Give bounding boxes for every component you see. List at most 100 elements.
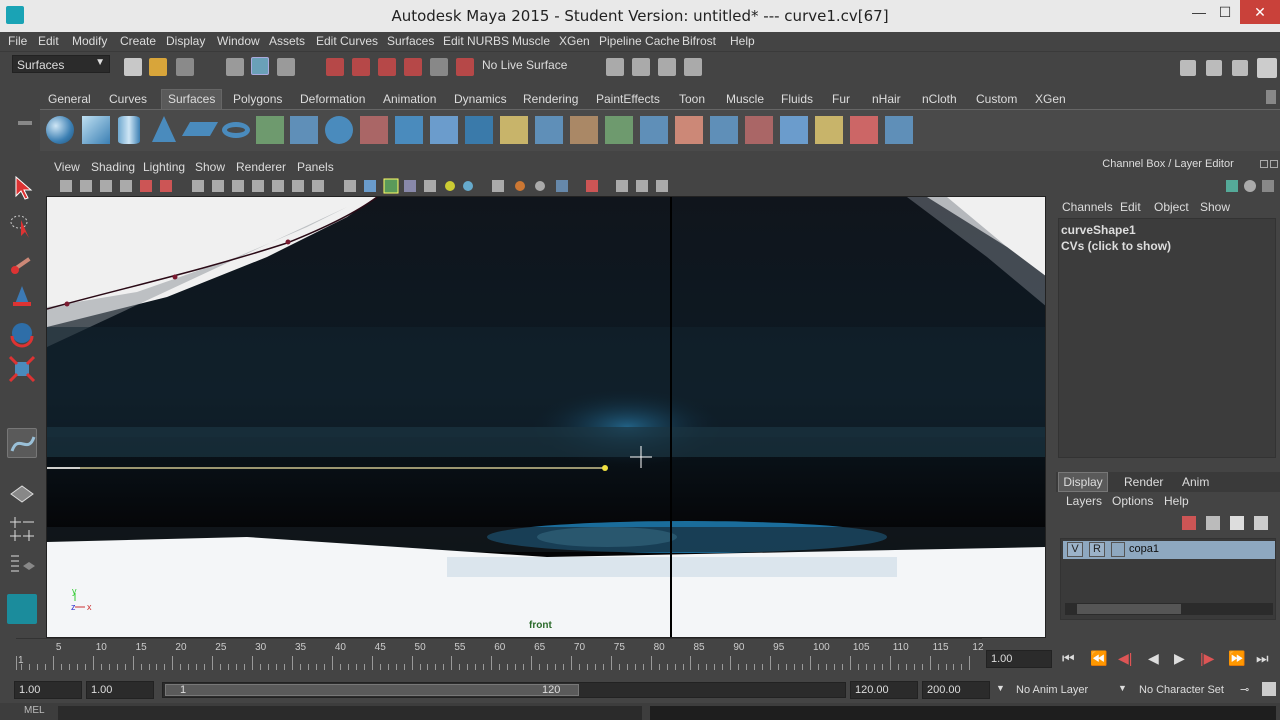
step-forward-frame-icon[interactable]: |▶ xyxy=(1200,650,1214,667)
paint-select-tool-icon[interactable] xyxy=(7,248,37,278)
command-input[interactable] xyxy=(58,706,642,720)
new-layer-empty-icon[interactable] xyxy=(1230,516,1244,530)
end-time-field[interactable]: 200.00 xyxy=(922,681,990,699)
menu-edit[interactable]: Edit xyxy=(38,34,59,48)
live-surface-field[interactable]: No Live Surface xyxy=(478,56,582,76)
render-frame-icon[interactable] xyxy=(632,58,650,76)
menu-display[interactable]: Display xyxy=(166,34,205,48)
menu-pipeline-cache[interactable]: Pipeline Cache xyxy=(599,34,680,48)
tab-custom[interactable]: Custom xyxy=(976,92,1017,106)
float-panel-icon[interactable] xyxy=(1260,160,1268,168)
viewport-menu-renderer[interactable]: Renderer xyxy=(236,160,286,174)
planar-icon[interactable] xyxy=(325,116,353,144)
layer-visibility-toggle[interactable]: V xyxy=(1067,542,1083,557)
channel-menu-channels[interactable]: Channels xyxy=(1062,200,1113,214)
tool-settings-toggle-icon[interactable] xyxy=(1262,180,1274,192)
channel-box-layout-icon[interactable] xyxy=(1226,180,1238,192)
viewport-canvas[interactable]: y z x front xyxy=(47,197,1046,638)
viewport-menu-shading[interactable]: Shading xyxy=(91,160,135,174)
single-perspective-layout-icon[interactable] xyxy=(7,478,37,508)
select-component-icon[interactable] xyxy=(277,58,295,76)
render-settings-icon[interactable] xyxy=(684,58,702,76)
select-tool-icon[interactable] xyxy=(7,172,37,202)
trash-icon[interactable] xyxy=(1266,90,1276,104)
open-scene-icon[interactable] xyxy=(149,58,167,76)
snap-grid-icon[interactable] xyxy=(326,58,344,76)
go-to-end-icon[interactable]: ⏭ xyxy=(1256,650,1269,667)
attach-surfaces-icon[interactable] xyxy=(675,116,703,144)
key-icon[interactable]: ⊸ xyxy=(1240,683,1249,696)
select-hierarchy-icon[interactable] xyxy=(226,58,244,76)
menu-create[interactable]: Create xyxy=(120,34,156,48)
playback-start-field[interactable]: 1.00 xyxy=(86,681,154,699)
layer-menu-help[interactable]: Help xyxy=(1164,494,1189,508)
viewport-menu-show[interactable]: Show xyxy=(195,160,225,174)
character-set-chevron-down-icon[interactable]: ▼ xyxy=(1118,683,1127,693)
viewport-menu-view[interactable]: View xyxy=(54,160,80,174)
anim-layer-selector[interactable]: No Anim Layer xyxy=(1016,684,1088,696)
menu-edit-curves[interactable]: Edit Curves xyxy=(316,34,378,48)
channel-box-toggle-icon[interactable] xyxy=(1257,58,1277,78)
tab-render[interactable]: Render xyxy=(1124,475,1163,489)
cvs-toggle[interactable]: CVs (click to show) xyxy=(1061,239,1171,253)
menu-xgen[interactable]: XGen xyxy=(559,34,590,48)
layer-menu-layers[interactable]: Layers xyxy=(1066,494,1102,508)
rebuild-surface-icon[interactable] xyxy=(815,116,843,144)
maximize-button[interactable]: ☐ xyxy=(1208,0,1242,24)
nurbs-sphere-icon[interactable] xyxy=(46,116,74,144)
current-frame-field[interactable]: 1.00 xyxy=(986,650,1052,668)
extrude-icon[interactable] xyxy=(360,116,388,144)
time-slider[interactable]: 1 5 10 15 20 25 30 35 40 45 50 55 60 65 70 75 80 85 90 95 1… xyxy=(0,638,1280,676)
playback-end-field[interactable]: 120.00 xyxy=(850,681,918,699)
step-back-key-icon[interactable]: ⏪ xyxy=(1090,650,1107,667)
menu-file[interactable]: File xyxy=(8,34,27,48)
boundary-icon[interactable] xyxy=(430,116,458,144)
menu-help[interactable]: Help xyxy=(730,34,755,48)
tab-anim[interactable]: Anim xyxy=(1182,475,1209,489)
rotate-tool-icon[interactable] xyxy=(7,318,37,348)
curve-tool-icon[interactable] xyxy=(7,428,37,458)
mel-label[interactable]: MEL xyxy=(24,705,45,716)
magnet-icon[interactable] xyxy=(456,58,474,76)
tab-painteffects[interactable]: PaintEffects xyxy=(596,92,660,106)
tab-muscle[interactable]: Muscle xyxy=(726,92,764,106)
scrollbar-thumb[interactable] xyxy=(1077,604,1181,614)
save-scene-icon[interactable] xyxy=(176,58,194,76)
menu-surfaces[interactable]: Surfaces xyxy=(387,34,434,48)
layer-list-scrollbar[interactable] xyxy=(1065,603,1273,615)
project-curve-icon[interactable] xyxy=(535,116,563,144)
close-button[interactable]: ✕ xyxy=(1240,0,1280,24)
close-panel-icon[interactable] xyxy=(1270,160,1278,168)
anim-layer-chevron-down-icon[interactable]: ▼ xyxy=(996,683,1005,693)
play-backwards-icon[interactable]: ◀ xyxy=(1148,650,1159,667)
insert-isoparm-icon[interactable] xyxy=(745,116,773,144)
tool-settings-icon[interactable] xyxy=(1232,60,1248,76)
scale-tool-icon[interactable] xyxy=(7,354,37,384)
trim-tool-icon[interactable] xyxy=(605,116,633,144)
loft-icon[interactable] xyxy=(290,116,318,144)
revolve-icon[interactable] xyxy=(256,116,284,144)
tab-surfaces[interactable]: Surfaces xyxy=(161,89,223,109)
front-viewport[interactable]: y z x front xyxy=(46,196,1046,638)
tab-fur[interactable]: Fur xyxy=(832,92,850,106)
modeling-toolkit-icon[interactable] xyxy=(1180,60,1196,76)
new-layer-icon[interactable] xyxy=(1206,516,1220,530)
menu-assets[interactable]: Assets xyxy=(269,34,305,48)
layer-options-icon[interactable] xyxy=(1254,516,1268,530)
viewport-menu-lighting[interactable]: Lighting xyxy=(143,160,185,174)
tab-polygons[interactable]: Polygons xyxy=(233,92,282,106)
tab-general[interactable]: General xyxy=(48,92,91,106)
nurbs-cone-icon[interactable] xyxy=(152,116,176,142)
range-slider[interactable]: 1 120 xyxy=(162,682,846,698)
range-slider-handle[interactable]: 1 120 xyxy=(165,684,579,696)
snap-point-icon[interactable] xyxy=(378,58,396,76)
snap-view-plane-icon[interactable] xyxy=(404,58,422,76)
menu-muscle[interactable]: Muscle xyxy=(512,34,550,48)
lasso-tool-icon[interactable] xyxy=(7,210,37,240)
tab-fluids[interactable]: Fluids xyxy=(781,92,813,106)
tab-display[interactable]: Display xyxy=(1058,472,1108,492)
new-scene-icon[interactable] xyxy=(124,58,142,76)
nurbs-cylinder-icon[interactable] xyxy=(118,116,140,144)
layer-menu-options[interactable]: Options xyxy=(1112,494,1153,508)
play-forwards-icon[interactable]: ▶ xyxy=(1174,650,1185,667)
